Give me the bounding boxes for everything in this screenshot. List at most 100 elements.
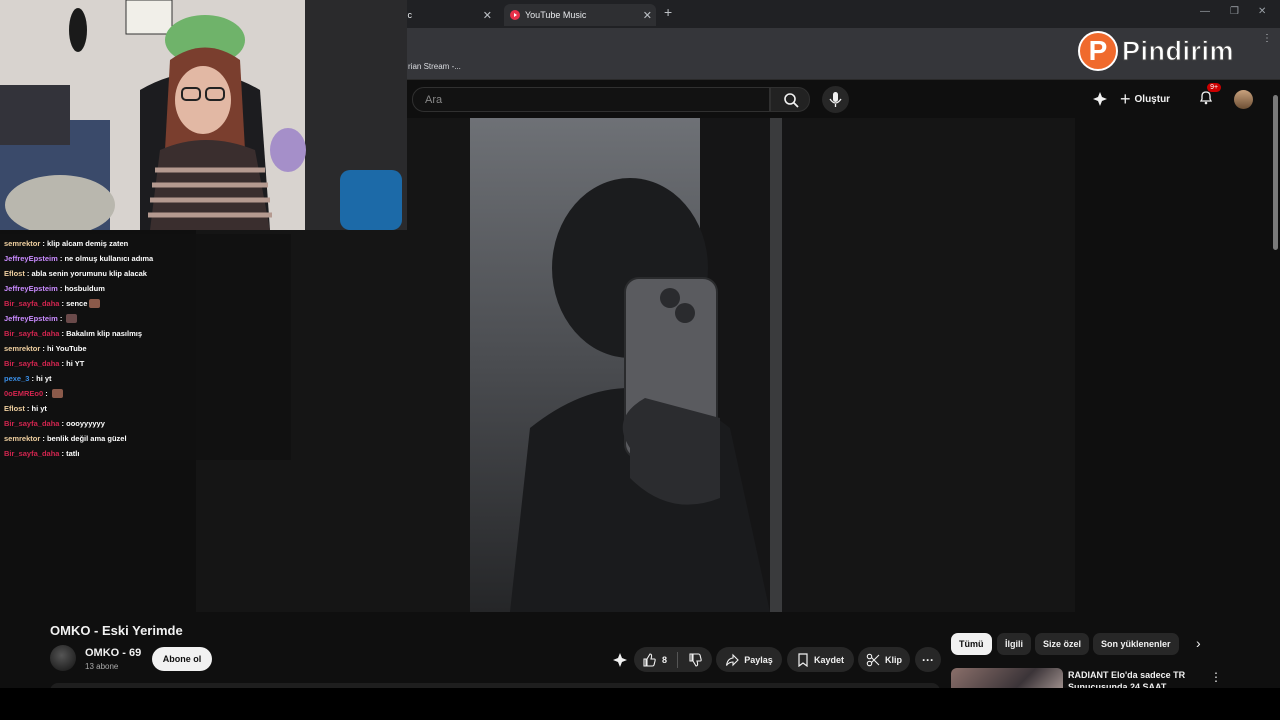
chat-separator: :: [43, 389, 50, 398]
chat-message: Bir_sayfa_daha : tatlı: [4, 446, 79, 461]
chat-separator: :: [29, 374, 37, 383]
chat-text: hi yt: [31, 404, 47, 413]
search-button[interactable]: [770, 87, 810, 112]
chip-related[interactable]: İlgili: [997, 633, 1031, 655]
video-title: OMKO - Eski Yerimde: [50, 623, 183, 638]
chat-username[interactable]: pexe_3: [4, 374, 29, 383]
plus-icon: +: [1120, 88, 1131, 109]
chat-text: klip alcam demiş zaten: [46, 239, 129, 248]
close-tab-icon[interactable]: ✕: [483, 9, 492, 22]
chat-username[interactable]: Bir_sayfa_daha: [4, 419, 59, 428]
chat-message: Bir_sayfa_daha : Bakalım klip nasılmış: [4, 326, 142, 341]
chat-username[interactable]: JeffreyEpsteim: [4, 254, 58, 263]
chat-text: hi YouTube: [46, 344, 87, 353]
chip-recent-uploads[interactable]: Son yüklenenler: [1093, 633, 1179, 655]
create-button[interactable]: + Oluştur: [1120, 89, 1170, 110]
thumbs-up-icon[interactable]: [642, 652, 656, 667]
save-label: Kaydet: [813, 654, 844, 665]
chat-text: benlik değil ama güzel: [46, 434, 127, 443]
right-column: [1075, 118, 1270, 612]
divider: [677, 651, 679, 668]
chat-separator: :: [59, 449, 67, 458]
stream-chat: semrektor : klip alcam demiş zaten Jeffre…: [0, 234, 291, 460]
chat-emote-icon: [66, 314, 78, 323]
maximize-icon[interactable]: ❐: [1230, 6, 1239, 17]
chat-username[interactable]: Bir_sayfa_daha: [4, 449, 59, 458]
channel-name[interactable]: OMKO - 69: [85, 647, 141, 659]
chat-message: Eflost : hi yt: [4, 401, 47, 416]
chat-username[interactable]: Eflost: [4, 269, 25, 278]
account-avatar[interactable]: [1234, 89, 1254, 109]
chat-username[interactable]: Bir_sayfa_daha: [4, 299, 59, 308]
more-actions-button[interactable]: ···: [915, 647, 941, 672]
search-input[interactable]: Ara: [412, 87, 770, 112]
create-label: Oluştur: [1134, 93, 1171, 105]
new-tab-icon[interactable]: +: [664, 4, 672, 20]
scrollbar-thumb[interactable]: [1273, 95, 1278, 250]
like-dislike-group: 8: [634, 647, 712, 672]
video-frame[interactable]: [470, 118, 800, 612]
close-tab-icon[interactable]: ✕: [643, 9, 652, 22]
chat-username[interactable]: 0oEMREo0: [4, 389, 43, 398]
chat-separator: :: [24, 269, 32, 278]
chat-separator: :: [40, 344, 47, 353]
chat-separator: :: [59, 419, 67, 428]
like-count: 8: [662, 654, 668, 665]
browser-tab-youtube-music[interactable]: YouTube Music ✕: [504, 4, 656, 26]
bookmark-item[interactable]: rian Stream -...: [408, 62, 461, 71]
menu-icon[interactable]: ⋮: [1262, 33, 1272, 44]
chat-username[interactable]: semrektor: [4, 239, 40, 248]
chat-username[interactable]: semrektor: [4, 434, 40, 443]
chat-username[interactable]: JeffreyEpsteim: [4, 314, 58, 323]
clip-label: Klip: [885, 654, 902, 665]
chat-username[interactable]: Bir_sayfa_daha: [4, 359, 59, 368]
clip-button[interactable]: Klip: [858, 647, 910, 672]
voice-search-button[interactable]: [822, 86, 849, 113]
browser-toolbar: ⋮: [1262, 33, 1272, 44]
chat-separator: :: [57, 314, 65, 323]
chip-for-you[interactable]: Size özel: [1035, 633, 1090, 655]
chat-text: hosbuldum: [64, 284, 105, 293]
video-image: [470, 118, 800, 612]
browser-tab[interactable]: usic ✕: [396, 4, 496, 26]
tab-title: YouTube Music: [525, 10, 587, 20]
window-close-icon[interactable]: ✕: [1258, 6, 1266, 17]
share-button[interactable]: Paylaş: [716, 647, 782, 672]
page-scrollbar[interactable]: [1271, 85, 1280, 685]
chat-message: 0oEMREo0 :: [4, 386, 63, 401]
save-button[interactable]: Kaydet: [787, 647, 854, 672]
chat-username[interactable]: JeffreyEpsteim: [4, 284, 58, 293]
recommendation-title[interactable]: RADIANT Elo'da sadece TR Sunucusunda 24 …: [1068, 669, 1198, 689]
pindirim-logo: P Pindirim: [1078, 30, 1234, 72]
chat-message: JeffreyEpsteim : ne olmuş kullanıcı adım…: [4, 251, 153, 266]
search-icon: [784, 93, 799, 108]
chat-emote-icon: [89, 299, 101, 308]
chevron-right-icon[interactable]: ›: [1196, 635, 1201, 651]
chat-message: Bir_sayfa_daha : sence: [4, 296, 101, 311]
subscribe-button[interactable]: Abone ol: [152, 647, 212, 671]
minimize-icon[interactable]: —: [1200, 6, 1210, 17]
chip-all[interactable]: Tümü: [951, 633, 992, 655]
chat-message: Bir_sayfa_daha : oooyyyyyy: [4, 416, 105, 431]
chat-username[interactable]: semrektor: [4, 344, 40, 353]
chat-separator: :: [59, 329, 67, 338]
chat-text: hi YT: [66, 359, 85, 368]
sparkle-icon[interactable]: [1092, 91, 1108, 107]
more-vert-icon[interactable]: ⋮: [1210, 670, 1222, 684]
chat-text: tatlı: [66, 449, 80, 458]
chat-username[interactable]: Bir_sayfa_daha: [4, 329, 59, 338]
notifications-button[interactable]: 9+: [1198, 82, 1222, 110]
scissors-icon: [866, 653, 880, 666]
bottom-bar: [0, 688, 1280, 720]
thumbs-down-icon[interactable]: [688, 652, 702, 667]
sparkle-icon[interactable]: [612, 652, 628, 668]
chat-text: sence: [66, 299, 88, 308]
chat-separator: :: [59, 299, 67, 308]
chat-username[interactable]: Eflost: [4, 404, 25, 413]
more-icon: ···: [922, 652, 934, 667]
channel-avatar[interactable]: [50, 645, 76, 671]
chat-text: oooyyyyyy: [66, 419, 105, 428]
chat-text: hi yt: [36, 374, 52, 383]
chat-message: semrektor : benlik değil ama güzel: [4, 431, 127, 446]
chat-separator: :: [40, 434, 47, 443]
